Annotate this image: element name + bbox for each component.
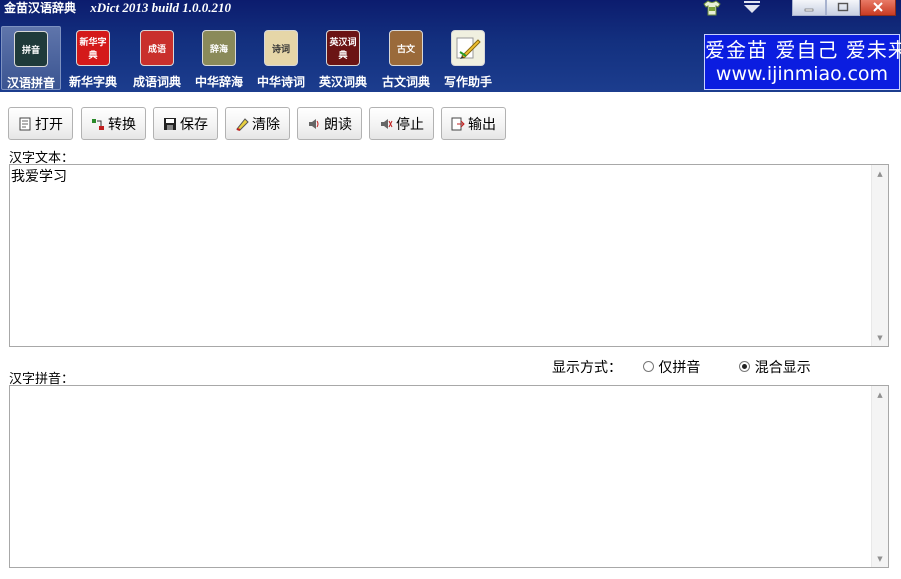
maximize-button[interactable] [826,0,860,16]
nav-item-6[interactable]: 古文 古文词典 [376,26,436,90]
radio-pinyin-only[interactable]: 仅拼音 [642,360,705,376]
nav-item-3[interactable]: 辞海 中华辞海 [189,26,249,90]
pinyin-text-area[interactable]: ▲ ▼ [9,385,889,568]
radio-pinyin-only-label: 仅拼音 [658,360,701,376]
writing-pencil-icon [451,30,485,66]
nav-item-0[interactable]: 拼音 汉语拼音 [1,26,61,90]
cihai-icon: 辞海 [202,30,236,66]
radio-icon[interactable] [642,360,654,372]
english-chinese-dictionary-icon: 英汉词典 [326,30,360,66]
convert-icon [91,117,105,131]
version-text: xDict 2013 build 1.0.0.210 [90,0,232,15]
save-icon [163,117,177,131]
nav-item-label: 英汉词典 [318,75,367,89]
nav-item-5[interactable]: 英汉词典 英汉词典 [313,26,373,90]
nav-item-7[interactable]: 写作助手 [438,26,498,90]
nav-item-2[interactable]: 成语 成语词典 [127,26,187,90]
stop-speaker-button[interactable]: 停止 [369,107,434,140]
eraser-icon [235,117,249,131]
toolbar-button-label: 停止 [396,116,424,133]
hanzi-scrollbar[interactable]: ▲ ▼ [871,165,888,346]
nav-item-label: 中华辞海 [194,75,243,89]
toolbar-button-label: 朗读 [324,116,352,133]
scroll-up-icon[interactable]: ▲ [872,165,888,182]
nav-item-label: 中华诗词 [256,75,305,89]
toolbar-button-label: 清除 [252,116,280,133]
close-button[interactable] [860,0,896,16]
toolbar-button-label: 打开 [35,116,63,133]
scroll-up-icon[interactable]: ▲ [872,386,888,403]
export-icon [451,117,465,131]
banner-slogan: 爱金苗 爱自己 爱未来 [705,38,901,62]
banner-url: www.ijinmiao.com [715,63,889,85]
toolbar-button-label: 转换 [108,116,136,133]
hanzi-text-area[interactable]: 我爱学习 ▲ ▼ [9,164,889,347]
toolbar-button-label: 保存 [180,116,208,133]
window-title: 金苗汉语辞典 xDict 2013 build 1.0.0.210 [4,0,231,18]
speaker-icon [307,117,321,131]
radio-icon[interactable] [739,360,751,372]
poetry-icon: 诗词 [264,30,298,66]
close-icon [873,2,883,12]
open-file-icon [18,117,32,131]
open-file-button[interactable]: 打开 [8,107,73,140]
nav-item-label: 成语词典 [132,75,181,89]
maximize-icon [837,2,849,12]
tshirt-icon[interactable] [703,0,721,16]
nav-item-1[interactable]: 新华字典 新华字典 [63,26,123,90]
scroll-down-icon[interactable]: ▼ [872,329,888,346]
stop-speaker-icon [379,117,393,131]
idiom-dictionary-icon: 成语 [140,30,174,66]
nav-item-4[interactable]: 诗词 中华诗词 [251,26,311,90]
nav-item-label: 古文词典 [381,75,430,89]
scroll-down-icon[interactable]: ▼ [872,550,888,567]
toolbar-button-label: 输出 [468,116,496,133]
export-button[interactable]: 输出 [441,107,506,140]
hanzi-text-value: 我爱学习 [11,169,67,185]
display-mode-label: 显示方式： [552,360,622,376]
minimize-button[interactable] [792,0,826,16]
radio-mixed-display[interactable]: 混合显示 [739,360,811,376]
speaker-button[interactable]: 朗读 [297,107,362,140]
nav-item-label: 写作助手 [443,75,492,89]
pinyin-scrollbar[interactable]: ▲ ▼ [871,386,888,567]
xinhua-dictionary-icon: 新华字典 [76,30,110,66]
app-title: 金苗汉语辞典 [4,1,77,15]
classical-chinese-icon: 古文 [389,30,423,66]
pinyin-book-icon: 拼音 [14,31,48,67]
display-mode-group: 显示方式： 仅拼音 混合显示 [552,357,811,377]
promo-banner[interactable]: 爱金苗 爱自己 爱未来 www.ijinmiao.com [704,34,901,90]
radio-mixed-display-label: 混合显示 [754,360,811,376]
module-nav: 拼音 汉语拼音 新华字典 新华字典 成语 成语词典 辞海 中华辞海 诗词 中华诗词 英汉词典 英汉词典… [0,24,700,92]
title-bar: 金苗汉语辞典 xDict 2013 build 1.0.0.210 拼音汉语拼音… [0,0,901,92]
nav-item-label: 新华字典 [68,75,117,89]
eraser-button[interactable]: 清除 [225,107,290,140]
minimize-icon [804,8,814,12]
save-button[interactable]: 保存 [153,107,218,140]
chevron-down-icon[interactable] [741,0,763,16]
nav-item-label: 汉语拼音 [6,76,55,90]
convert-button[interactable]: 转换 [81,107,146,140]
